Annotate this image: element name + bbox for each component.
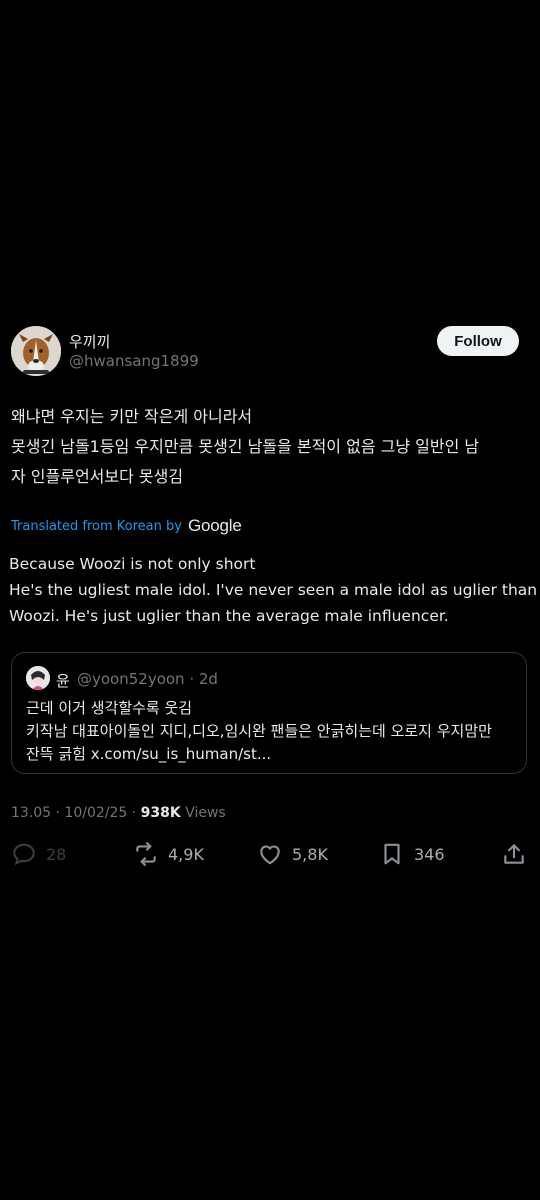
tweet-text-line: 자 인플루언서보다 못생김	[11, 467, 184, 486]
quote-text-line: 잔뜩 긁힘 x.com/su_is_human/st...	[26, 745, 272, 763]
follow-button[interactable]: Follow	[437, 326, 519, 356]
like-button[interactable]: 5,8K	[257, 840, 328, 868]
reply-icon	[11, 841, 37, 867]
like-icon	[257, 841, 283, 867]
like-count: 5,8K	[292, 844, 328, 864]
quote-handle-time: @yoon52yoon · 2d	[77, 670, 218, 688]
tweet-text-line: 왜냐면 우지는 키만 작은게 아니라서	[11, 407, 253, 426]
translated-text-line: Because Woozi is not only short	[9, 555, 256, 573]
author-handle[interactable]: @hwansang1899	[69, 352, 199, 370]
views-count[interactable]: 938K	[141, 805, 181, 821]
translated-text-line: Woozi. He's just uglier than the average…	[9, 607, 449, 625]
tweet-text-line: 못생긴 남돌1등임 우지만큼 못생긴 남돌을 본적이 없음 그냥 일반인 남	[11, 437, 480, 456]
share-icon	[501, 841, 527, 867]
quote-avatar	[26, 666, 50, 690]
translated-text-line: He's the ugliest male idol. I've never s…	[9, 581, 538, 599]
repost-button[interactable]: 4,9K	[133, 840, 204, 868]
views-label: Views	[180, 805, 226, 821]
author-avatar[interactable]	[11, 326, 61, 376]
bookmark-icon	[379, 841, 405, 867]
translation-label: Translated from Korean by	[11, 518, 182, 534]
reply-count: 28	[46, 844, 67, 864]
tweet-meta: 13.05 · 10/02/25 · 938K Views	[11, 805, 226, 821]
timestamp: 13.05 · 10/02/25 ·	[11, 805, 141, 821]
author-name[interactable]: 우끼끼	[69, 331, 110, 352]
quote-text-line: 키작남 대표아이돌인 지디,디오,임시완 팬들은 안긁히는데 오로지 우지맘만	[26, 722, 492, 740]
share-button[interactable]	[501, 840, 527, 868]
google-logo: Google	[187, 516, 242, 535]
repost-icon	[133, 841, 159, 867]
bookmark-button[interactable]: 346	[379, 840, 445, 868]
bookmark-count: 346	[414, 844, 445, 864]
reply-button[interactable]: 28	[11, 840, 66, 868]
repost-count: 4,9K	[168, 844, 204, 864]
translation-attribution[interactable]: Translated from Korean by Google	[11, 516, 242, 536]
quote-text-line: 근데 이거 생각할수록 웃김	[26, 699, 193, 717]
quote-author-name: 윤	[56, 672, 70, 690]
